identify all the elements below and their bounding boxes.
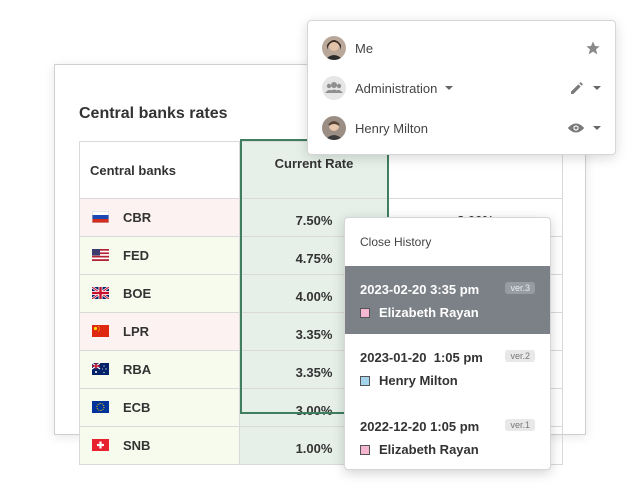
user-name: Administration [355,80,438,96]
swiss-flag-icon [92,439,109,451]
version-badge: ver.1 [505,419,535,431]
group-icon [322,76,346,100]
user-name: Me [355,40,374,56]
bank-cell: LPR [79,312,240,351]
history-item-active[interactable]: 2023-02-20 3:35 pm ver.3 Elizabeth Rayan [345,266,550,334]
user-item-me[interactable]: Me [322,34,601,62]
bank-cell: FED [79,236,240,275]
history-user-name: Elizabeth Rayan [379,442,479,457]
history-user-name: Henry Milton [379,373,458,388]
history-user: Elizabeth Rayan [360,442,479,457]
chevron-down-icon[interactable] [593,126,601,130]
close-history-button[interactable]: Close History [360,235,431,249]
version-badge: ver.2 [505,350,535,362]
history-panel: Close History 2023-02-20 3:35 pm ver.3 E… [344,217,551,470]
bank-code: BOE [123,286,152,301]
user-name: Henry Milton [355,120,428,136]
russia-flag-icon [92,211,109,223]
avatar [322,116,346,140]
china-flag-icon [92,325,109,337]
user-color-swatch [360,444,370,455]
uk-flag-icon [92,287,109,299]
history-user: Henry Milton [360,373,458,388]
bank-code: ECB [123,400,151,415]
bank-code: SNB [123,438,151,453]
history-user-name: Elizabeth Rayan [379,305,479,320]
users-dropdown: Me Administration Henry Milton [307,20,616,155]
user-item-administration[interactable]: Administration [322,74,601,102]
chevron-down-icon[interactable] [593,86,601,90]
usa-flag-icon [92,249,109,261]
user-item-henry-milton[interactable]: Henry Milton [322,114,601,142]
bank-code: RBA [123,362,152,377]
bank-code: LPR [123,324,149,339]
card-title: Central banks rates [79,105,228,122]
avatar [322,36,346,60]
history-user: Elizabeth Rayan [360,305,479,320]
chevron-down-icon[interactable] [445,86,454,90]
bank-cell: BOE [79,274,240,313]
australia-flag-icon [92,363,109,375]
eye-icon[interactable] [567,121,601,135]
version-badge: ver.3 [505,282,535,294]
history-date: 2022-12-20 1:05 pm [360,419,480,434]
history-date: 2023-02-20 3:35 pm [360,282,480,297]
bank-cell: RBA [79,350,240,389]
column-header-central-banks[interactable]: Central banks [79,141,240,199]
bank-cell: SNB [79,426,240,465]
bank-cell: CBR [79,198,240,237]
star-icon[interactable] [585,40,601,56]
bank-code: FED [123,248,149,263]
history-item[interactable]: 2023-01-20 1:05 pm ver.2 Henry Milton [345,334,550,402]
bank-cell: ECB [79,388,240,427]
user-color-swatch [360,307,370,318]
history-item[interactable]: 2022-12-20 1:05 pm ver.1 Elizabeth Rayan [345,403,550,469]
eu-flag-icon [92,401,109,413]
pencil-icon[interactable] [569,80,601,96]
history-date: 2023-01-20 1:05 pm [360,350,483,365]
user-color-swatch [360,375,370,386]
bank-code: CBR [123,210,152,225]
